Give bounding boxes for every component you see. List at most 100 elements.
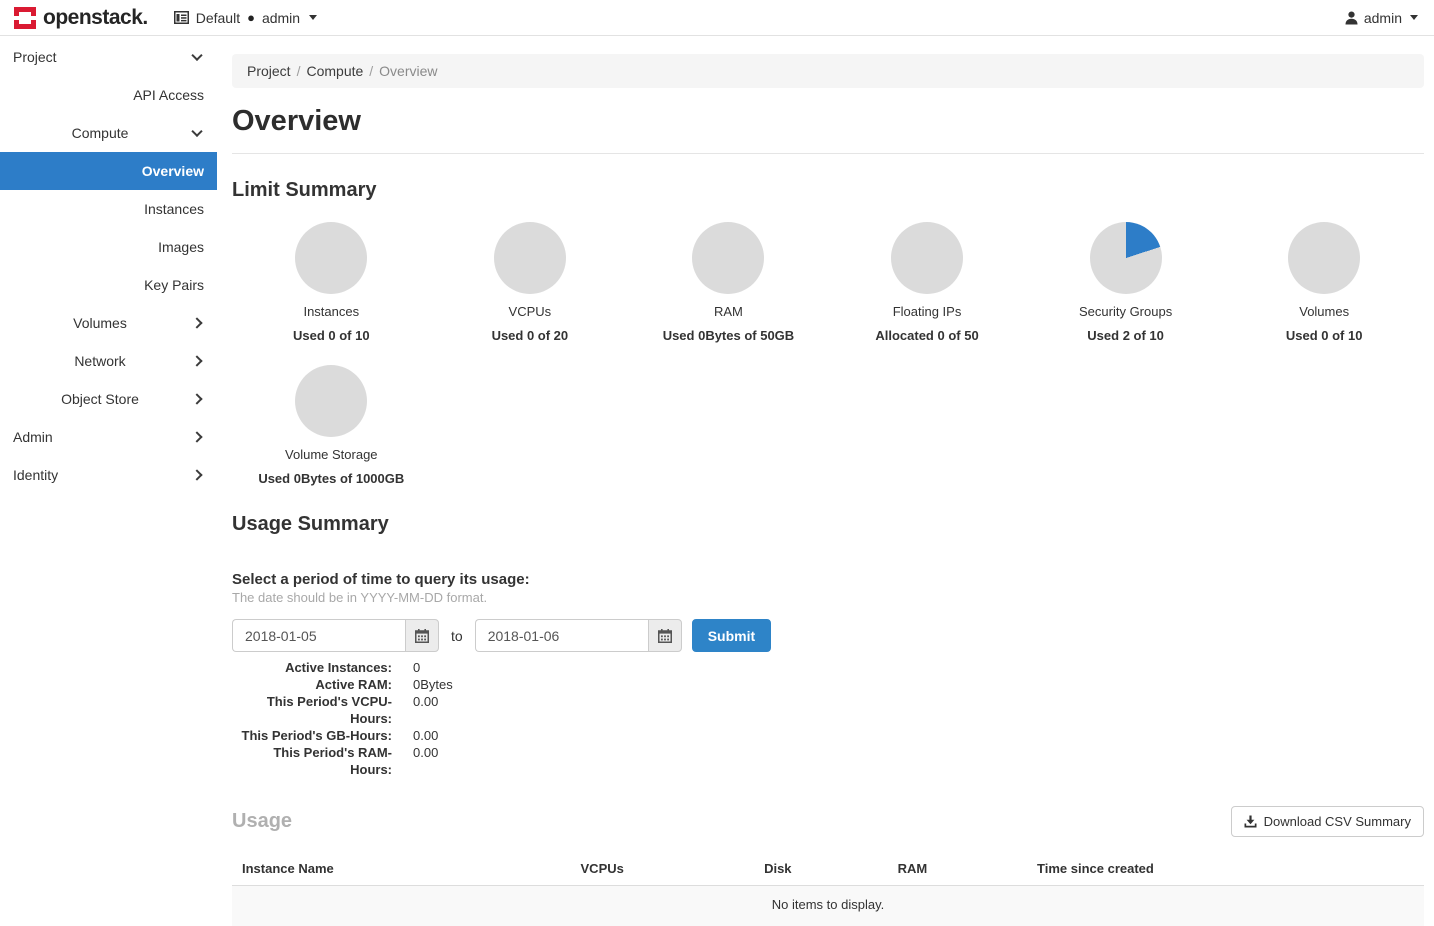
stat-label: This Period's GB-Hours: xyxy=(232,727,392,744)
openstack-brand[interactable]: openstack. xyxy=(14,6,148,30)
to-label: to xyxy=(449,628,465,644)
sidebar-item-label: Key Pairs xyxy=(0,277,217,293)
sidebar-item-label: Network xyxy=(0,353,217,369)
sidebar-item-label: Compute xyxy=(0,125,217,141)
download-icon xyxy=(1244,815,1257,828)
calendar-icon xyxy=(658,629,672,643)
stat-row: This Period's VCPU-Hours: 0.00 xyxy=(232,693,1424,727)
sidebar-item-label: Admin xyxy=(0,429,217,445)
pie-chart xyxy=(494,222,566,294)
sidebar-item-label: API Access xyxy=(0,87,217,103)
sidebar-item-images[interactable]: Images xyxy=(0,228,217,266)
title-divider xyxy=(232,153,1424,154)
usage-stats-list: Active Instances:0Active RAM:0BytesThis … xyxy=(232,659,1424,778)
quota-chart-usage: Allocated 0 of 50 xyxy=(828,328,1027,343)
quota-chart-usage: Used 0 of 10 xyxy=(232,328,431,343)
quota-chart-vcpus: VCPUsUsed 0 of 20 xyxy=(431,212,630,343)
top-navbar: openstack. Default ● admin admin xyxy=(0,0,1434,36)
limit-summary-charts: InstancesUsed 0 of 10VCPUsUsed 0 of 20RA… xyxy=(232,212,1424,498)
sidebar-item-identity[interactable]: Identity xyxy=(0,456,217,494)
sidebar-item-label: Volumes xyxy=(0,315,217,331)
table-empty-row: No items to display. xyxy=(232,886,1424,926)
usage-table-heading: Usage xyxy=(232,810,292,833)
quota-chart-usage: Used 0 of 20 xyxy=(431,328,630,343)
breadcrumb-separator: / xyxy=(363,63,379,79)
pie-chart xyxy=(891,222,963,294)
sidebar-item-overview[interactable]: Overview xyxy=(0,152,217,190)
sidebar-item-key-pairs[interactable]: Key Pairs xyxy=(0,266,217,304)
download-csv-button[interactable]: Download CSV Summary xyxy=(1231,806,1424,837)
sidebar-nav: Project API Access Compute Overview Instance… xyxy=(0,36,217,899)
quota-chart-label: RAM xyxy=(629,304,828,319)
user-menu[interactable]: admin xyxy=(1345,10,1418,26)
stat-label: This Period's VCPU-Hours: xyxy=(232,693,392,727)
quota-chart-volumes: VolumesUsed 0 of 10 xyxy=(1225,212,1424,343)
quota-chart-label: Security Groups xyxy=(1026,304,1225,319)
sidebar-item-compute[interactable]: Compute xyxy=(0,114,217,152)
stat-value: 0.00 xyxy=(413,727,438,744)
breadcrumb-item-overview: Overview xyxy=(379,63,437,79)
stat-value: 0 xyxy=(413,659,420,676)
pie-chart xyxy=(295,365,367,437)
sidebar-item-label: Identity xyxy=(0,467,217,483)
stat-value: 0.00 xyxy=(413,744,438,778)
stat-value: 0Bytes xyxy=(413,676,453,693)
stat-label: Active RAM: xyxy=(232,676,392,693)
domain-icon xyxy=(174,11,189,24)
usage-summary-heading: Usage Summary xyxy=(232,512,1424,536)
date-from-input[interactable] xyxy=(232,619,405,652)
sidebar-item-project[interactable]: Project xyxy=(0,38,217,76)
domain-project-switcher[interactable]: Default ● admin xyxy=(174,10,317,26)
quota-chart-volume-storage: Volume StorageUsed 0Bytes of 1000GB xyxy=(232,355,431,486)
breadcrumb-item-project[interactable]: Project xyxy=(247,63,291,79)
user-name: admin xyxy=(1364,10,1402,26)
sidebar-item-object-store[interactable]: Object Store xyxy=(0,380,217,418)
quota-chart-instances: Instances Used 0 of 10 xyxy=(232,212,431,343)
stat-label: This Period's RAM-Hours: xyxy=(232,744,392,778)
quota-chart-label: Instances xyxy=(232,304,431,319)
usage-table: Instance NameVCPUsDiskRAMTime since crea… xyxy=(232,852,1424,926)
column-header-ram: RAM xyxy=(888,852,1027,886)
stat-value: 0.00 xyxy=(413,693,438,727)
sidebar-item-volumes[interactable]: Volumes xyxy=(0,304,217,342)
submit-button[interactable]: Submit xyxy=(692,619,771,652)
brand-text: openstack. xyxy=(43,6,148,30)
quota-chart-ram: RAMUsed 0Bytes of 50GB xyxy=(629,212,828,343)
date-from-calendar-button[interactable] xyxy=(405,619,439,652)
chevron-down-icon xyxy=(1410,15,1418,20)
period-form-help: The date should be in YYYY-MM-DD format. xyxy=(232,590,1424,605)
chevron-down-icon xyxy=(309,15,317,20)
breadcrumb-item-compute[interactable]: Compute xyxy=(306,63,363,79)
quota-chart-usage: Used 2 of 10 xyxy=(1026,328,1225,343)
limit-summary-heading: Limit Summary xyxy=(232,178,1424,202)
download-csv-label: Download CSV Summary xyxy=(1264,814,1411,829)
sidebar-item-label: Overview xyxy=(0,163,217,179)
stat-row: This Period's GB-Hours: 0.00 xyxy=(232,727,1424,744)
sidebar-item-instances[interactable]: Instances xyxy=(0,190,217,228)
pie-chart xyxy=(1288,222,1360,294)
stat-row: Active RAM: 0Bytes xyxy=(232,676,1424,693)
sidebar-item-api-access[interactable]: API Access xyxy=(0,76,217,114)
quota-chart-label: Floating IPs xyxy=(828,304,1027,319)
column-header-time-since-created: Time since created xyxy=(1027,852,1424,886)
date-to-calendar-button[interactable] xyxy=(648,619,682,652)
date-range-form: to Submit xyxy=(232,619,1424,652)
period-form-label: Select a period of time to query its usa… xyxy=(232,571,1424,588)
quota-chart-usage: Used 0 of 10 xyxy=(1225,328,1424,343)
column-header-disk: Disk xyxy=(754,852,888,886)
breadcrumb-separator: / xyxy=(291,63,307,79)
sidebar-item-label: Project xyxy=(0,49,217,65)
date-to-input[interactable] xyxy=(475,619,648,652)
pie-chart xyxy=(692,222,764,294)
sidebar-item-label: Instances xyxy=(0,201,217,217)
sidebar-item-label: Images xyxy=(0,239,217,255)
stat-row: Active Instances:0 xyxy=(232,659,1424,676)
stat-row: This Period's RAM-Hours: 0.00 xyxy=(232,744,1424,778)
sidebar-item-admin[interactable]: Admin xyxy=(0,418,217,456)
openstack-logo-icon xyxy=(14,7,36,29)
sidebar-item-network[interactable]: Network xyxy=(0,342,217,380)
quota-chart-security-groups: Security Groups Used 2 of 10 xyxy=(1026,212,1225,343)
breadcrumb: Project/Compute/Overview xyxy=(232,54,1424,88)
column-header-vcpus: VCPUs xyxy=(571,852,755,886)
page-title: Overview xyxy=(232,105,1424,137)
